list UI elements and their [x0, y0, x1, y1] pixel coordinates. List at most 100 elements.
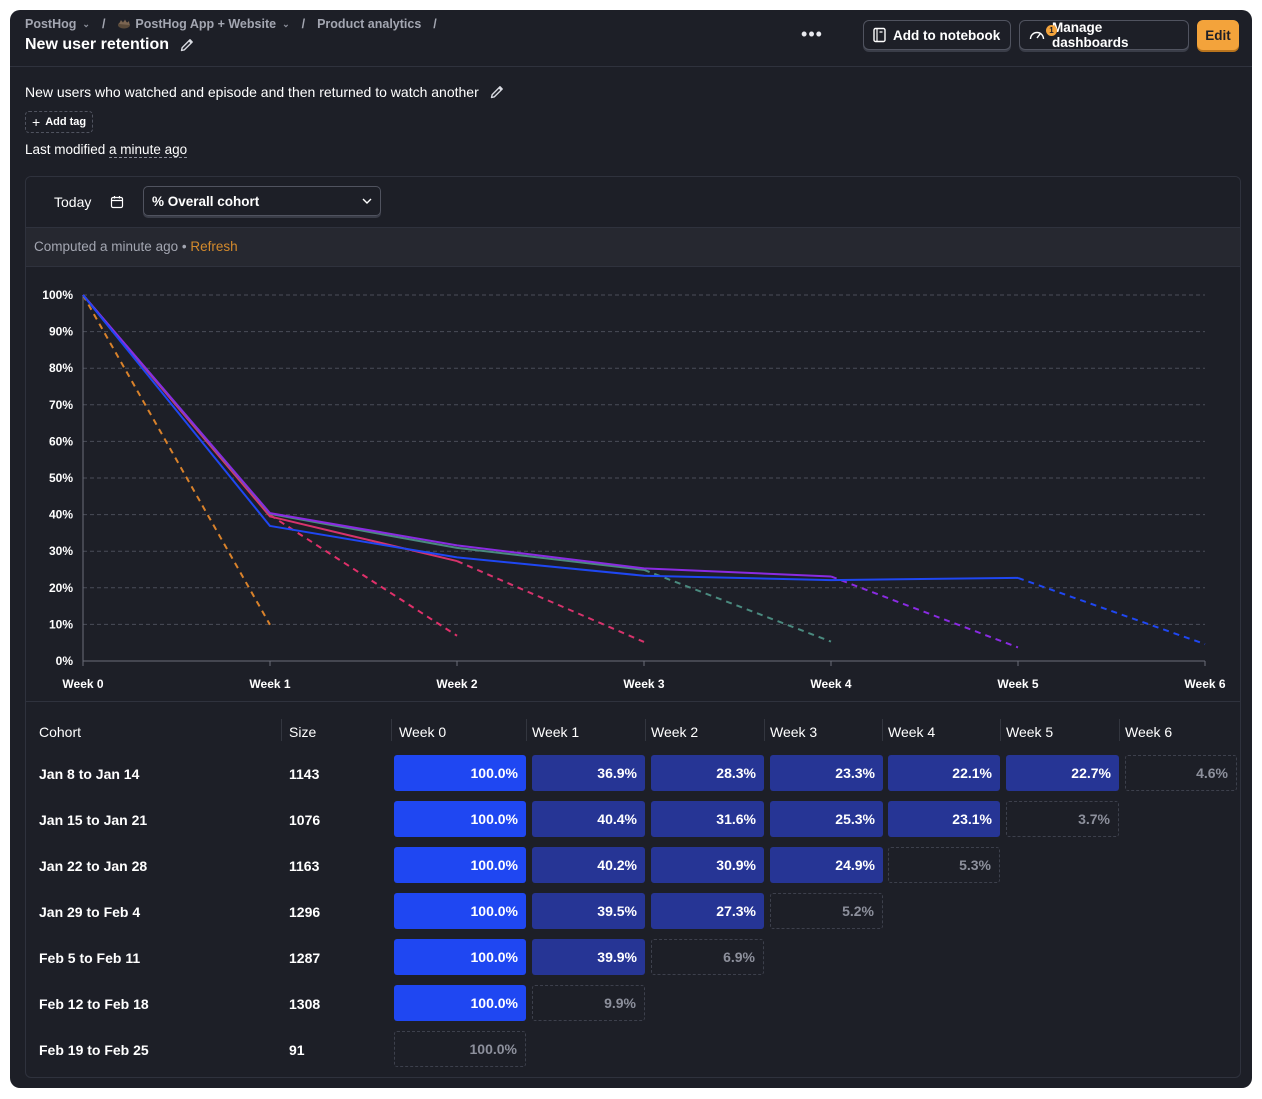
y-tick-label: 20%	[49, 581, 73, 595]
retention-cell[interactable]: 4.6%	[1125, 755, 1237, 791]
dashboards-count-badge: 1	[1046, 25, 1057, 36]
y-tick-label: 50%	[49, 471, 73, 485]
date-filter-label[interactable]: Today	[54, 194, 91, 210]
hedgehog-icon	[118, 19, 131, 29]
insight-filters-bar: Today % Overall cohort	[26, 177, 1240, 228]
retention-cell[interactable]: 40.4%	[532, 801, 645, 837]
retention-mode-select[interactable]: % Overall cohort	[143, 186, 381, 216]
table-header-divider	[1119, 719, 1120, 741]
add-to-notebook-button[interactable]: Add to notebook	[863, 20, 1011, 50]
retention-cell[interactable]: 28.3%	[651, 755, 764, 791]
last-modified-prefix: Last modified	[25, 142, 110, 157]
edit-description-pencil-icon[interactable]	[489, 84, 505, 100]
retention-cell[interactable]: 23.3%	[770, 755, 883, 791]
cohort-label: Jan 29 to Feb 4	[39, 904, 141, 920]
cohort-size: 1143	[289, 766, 320, 782]
computed-status-bar: Computed a minute ago • Refresh	[26, 228, 1240, 267]
add-tag-button[interactable]: + Add tag	[25, 111, 94, 133]
table-header-divider	[764, 719, 765, 741]
last-modified: Last modified a minute ago	[25, 142, 188, 158]
manage-dashboards-button[interactable]: 1 Manage dashboards	[1019, 20, 1189, 50]
table-header-cell: Week 2	[651, 724, 699, 740]
table-header-cell: Week 1	[532, 724, 580, 740]
breadcrumb-organization[interactable]: PostHog ⌄	[25, 17, 90, 31]
calendar-icon[interactable]	[110, 195, 124, 209]
breadcrumb-product-analytics[interactable]: Product analytics	[317, 17, 421, 31]
retention-cell[interactable]: 39.9%	[532, 939, 645, 975]
page-title: New user retention	[25, 36, 195, 54]
retention-cell[interactable]: 39.5%	[532, 893, 645, 929]
y-tick-label: 30%	[49, 544, 73, 558]
cohort-label: Jan 8 to Jan 14	[39, 766, 140, 782]
x-tick-label: Week 1	[249, 677, 290, 691]
y-tick-label: 80%	[49, 361, 73, 375]
cohort-size: 1287	[289, 950, 321, 966]
series-line-dashed	[82, 294, 271, 626]
table-header-divider	[882, 719, 883, 741]
table-header-divider	[281, 719, 282, 741]
cohort-size: 1163	[289, 858, 320, 874]
retention-cell[interactable]: 25.3%	[770, 801, 883, 837]
table-header-divider	[645, 719, 646, 741]
retention-cell[interactable]: 23.1%	[888, 801, 1000, 837]
retention-cell[interactable]: 36.9%	[532, 755, 645, 791]
breadcrumb-project[interactable]: PostHog App + Website ⌄	[117, 17, 290, 31]
insight-page: PostHog ⌄ / PostHog App + Website ⌄ / Pr…	[10, 10, 1252, 1088]
retention-cell[interactable]: 5.2%	[770, 893, 883, 929]
series-line-solid	[82, 294, 458, 563]
retention-cell[interactable]: 5.3%	[888, 847, 1000, 883]
cohort-size: 91	[289, 1042, 305, 1058]
cohort-label: Jan 15 to Jan 21	[39, 812, 148, 828]
page-title-text: New user retention	[25, 36, 170, 53]
retention-cell[interactable]: 100.0%	[394, 801, 526, 837]
breadcrumb-separator: /	[433, 17, 437, 31]
more-options-button[interactable]: •••	[800, 25, 824, 47]
y-tick-label: 40%	[49, 508, 73, 522]
dashboard-gauge-icon	[1029, 31, 1045, 40]
retention-cell[interactable]: 27.3%	[651, 893, 764, 929]
retention-cell[interactable]: 9.9%	[532, 985, 645, 1021]
table-header-divider	[1000, 719, 1001, 741]
retention-cell[interactable]: 30.9%	[651, 847, 764, 883]
breadcrumb: PostHog ⌄ / PostHog App + Website ⌄ / Pr…	[25, 17, 443, 31]
x-tick-label: Week 2	[436, 677, 477, 691]
edit-button[interactable]: Edit	[1197, 20, 1239, 50]
dashboard-icon-wrap: 1	[1028, 25, 1057, 43]
edit-title-pencil-icon[interactable]	[179, 37, 195, 53]
notebook-icon	[873, 27, 886, 43]
retention-cell[interactable]: 24.9%	[770, 847, 883, 883]
retention-cell[interactable]: 22.7%	[1006, 755, 1119, 791]
retention-cell[interactable]: 40.2%	[532, 847, 645, 883]
retention-cell[interactable]: 22.1%	[888, 755, 1000, 791]
x-tick-label: Week 3	[623, 677, 664, 691]
chevron-down-icon: ⌄	[282, 18, 290, 29]
retention-card: Today % Overall cohort Computed a minute…	[25, 176, 1241, 1078]
retention-cell[interactable]: 31.6%	[651, 801, 764, 837]
retention-mode-value: % Overall cohort	[152, 193, 260, 209]
retention-cell[interactable]: 100.0%	[394, 985, 526, 1021]
x-tick-label: Week 0	[62, 677, 103, 691]
table-header-cell: Size	[289, 724, 317, 740]
computed-separator: •	[178, 239, 191, 254]
cohort-size: 1308	[289, 996, 321, 1012]
manage-dashboards-label: Manage dashboards	[1052, 20, 1129, 50]
retention-cell[interactable]: 100.0%	[394, 939, 526, 975]
cohort-label: Jan 22 to Jan 28	[39, 858, 148, 874]
table-header-cell: Week 5	[1006, 724, 1054, 740]
cohort-label: Feb 5 to Feb 11	[39, 950, 141, 966]
table-header-divider	[526, 719, 527, 741]
retention-cell[interactable]: 100.0%	[394, 893, 526, 929]
computed-text: Computed a minute ago	[34, 239, 179, 254]
retention-cell[interactable]: 100.0%	[394, 755, 526, 791]
retention-cell[interactable]: 100.0%	[394, 1031, 526, 1067]
description: New users who watched and episode and th…	[25, 84, 505, 100]
add-to-notebook-label: Add to notebook	[893, 27, 1001, 43]
retention-cell[interactable]: 100.0%	[394, 847, 526, 883]
refresh-link[interactable]: Refresh	[190, 239, 237, 254]
x-tick-label: Week 5	[997, 677, 1038, 691]
retention-cell[interactable]: 3.7%	[1006, 801, 1119, 837]
retention-cell[interactable]: 6.9%	[651, 939, 764, 975]
y-tick-label: 100%	[42, 288, 73, 302]
table-header-cell: Week 3	[770, 724, 818, 740]
last-modified-time[interactable]: a minute ago	[109, 142, 188, 158]
